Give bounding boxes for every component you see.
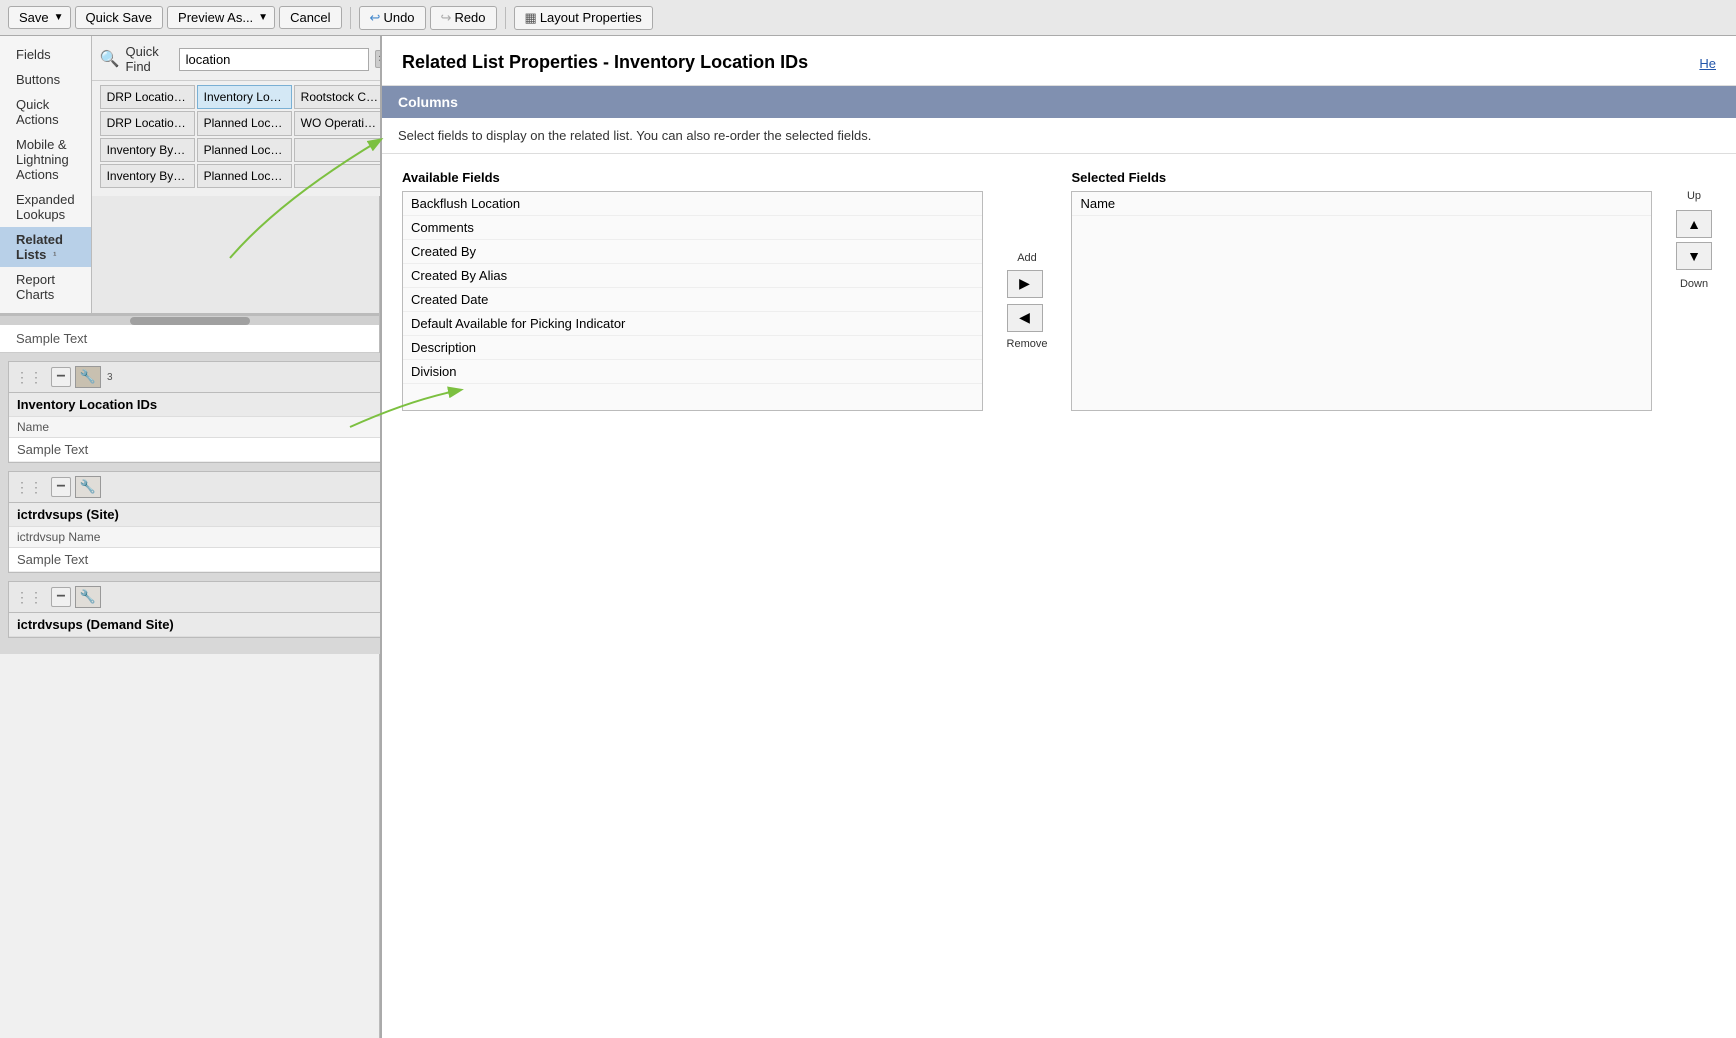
quick-find-label: Quick Find [125, 44, 172, 74]
drag-handle-icon[interactable]: ⋮⋮ [15, 589, 43, 606]
available-field-item[interactable]: Created By [403, 240, 982, 264]
save-button[interactable]: Save ▼ [8, 6, 71, 29]
move-up-button[interactable]: ▲ [1676, 210, 1712, 238]
list-item[interactable]: Inventory Locatio... [197, 85, 292, 109]
add-field-button[interactable]: ▶ [1007, 270, 1043, 298]
available-fields-box: Available Fields Backflush Location Comm… [402, 170, 983, 411]
sidebar-item-mobile-lightning[interactable]: Mobile & Lightning Actions [0, 132, 91, 187]
cancel-button[interactable]: Cancel [279, 6, 341, 29]
left-panel: Fields Buttons Quick Actions Mobile & Li… [0, 36, 380, 1038]
sidebar-item-fields[interactable]: Fields [0, 42, 91, 67]
main-area: Fields Buttons Quick Actions Mobile & Li… [0, 36, 1736, 1038]
sidebar-item-related-lists[interactable]: Related Lists ¹ [0, 227, 91, 267]
remove-block-button[interactable]: − [51, 367, 71, 387]
toolbar: Save ▼ Quick Save Preview As... ▼ Cancel… [0, 0, 1736, 36]
help-link[interactable]: He [1699, 56, 1716, 71]
quick-save-button[interactable]: Quick Save [75, 6, 163, 29]
selected-field-item[interactable]: Name [1072, 192, 1651, 216]
selected-fields-box: Selected Fields Name [1071, 170, 1652, 411]
remove-block-button[interactable]: − [51, 587, 71, 607]
available-field-item[interactable]: Division [403, 360, 982, 384]
toolbar-sep-2 [505, 7, 506, 29]
available-field-item[interactable]: Comments [403, 216, 982, 240]
list-item[interactable]: Rootstock Cost Tr... [294, 85, 389, 109]
move-down-button[interactable]: ▼ [1676, 242, 1712, 270]
top-section: Fields Buttons Quick Actions Mobile & Li… [0, 36, 379, 315]
selected-fields-label: Selected Fields [1071, 170, 1652, 185]
selected-fields-list: Name [1071, 191, 1652, 411]
save-label: Save [19, 10, 49, 25]
wrench-button[interactable]: 🔧 [75, 586, 101, 608]
properties-panel: Related List Properties - Inventory Loca… [380, 36, 1736, 1038]
list-item[interactable]: DRP Location Repl... [100, 111, 195, 136]
sample-text-bar: Sample Text [0, 325, 379, 353]
list-item[interactable]: Planned Location ... 2 [197, 111, 292, 136]
redo-label: Redo [454, 10, 485, 25]
quick-find-input[interactable] [179, 48, 369, 71]
list-item [294, 164, 389, 188]
layout-properties-icon: ▦ [525, 10, 537, 26]
available-field-item[interactable]: Default Available for Picking Indicator [403, 312, 982, 336]
columns-area: Available Fields Backflush Location Comm… [382, 154, 1736, 427]
toolbar-sep-1 [350, 7, 351, 29]
redo-icon: ↪ [441, 10, 452, 26]
sidebar-item-buttons[interactable]: Buttons [0, 67, 91, 92]
sidebar-item-expanded-lookups[interactable]: Expanded Lookups [0, 187, 91, 227]
wrench-button[interactable]: 🔧 [75, 366, 101, 388]
down-label: Down [1676, 278, 1712, 290]
scrollbar-thumb[interactable] [130, 317, 250, 325]
items-grid: DRP Location Repl... Inventory Locatio..… [92, 81, 397, 196]
transfer-buttons-area: Add ▶ ◀ Remove [1003, 170, 1052, 411]
columns-section-desc: Select fields to display on the related … [382, 118, 1736, 154]
available-fields-label: Available Fields [402, 170, 983, 185]
undo-label: Undo [383, 10, 414, 25]
cancel-label: Cancel [290, 10, 330, 25]
list-item[interactable]: WO Operation Loca... [294, 111, 389, 136]
undo-button[interactable]: ↩ Undo [359, 6, 426, 30]
drag-handle-icon[interactable]: ⋮⋮ [15, 369, 43, 386]
properties-title: Related List Properties - Inventory Loca… [402, 52, 808, 73]
sidebar-nav-container: Fields Buttons Quick Actions Mobile & Li… [0, 36, 92, 313]
remove-block-button[interactable]: − [51, 477, 71, 497]
preview-button[interactable]: Preview As... ▼ [167, 6, 275, 29]
remove-label: Remove [1007, 338, 1048, 350]
layout-properties-button[interactable]: ▦ Layout Properties [514, 6, 653, 30]
list-item[interactable]: Planned Location ... [197, 138, 292, 162]
available-field-item[interactable]: Created Date [403, 288, 982, 312]
sidebar-nav: Fields Buttons Quick Actions Mobile & Li… [0, 36, 91, 313]
related-lists-badge: ¹ [50, 251, 56, 262]
available-fields-list: Backflush Location Comments Created By C… [402, 191, 983, 411]
add-label: Add [1007, 252, 1048, 264]
available-field-item[interactable]: Description [403, 336, 982, 360]
list-item[interactable]: DRP Location Repl... [100, 85, 195, 109]
available-field-item[interactable]: Backflush Location [403, 192, 982, 216]
list-item[interactable]: Inventory By Seri... [100, 164, 195, 188]
quick-save-label: Quick Save [86, 10, 152, 25]
horizontal-scrollbar[interactable] [0, 315, 379, 325]
block-badge: 3 [107, 372, 113, 383]
available-field-item[interactable]: Created By Alias [403, 264, 982, 288]
redo-button[interactable]: ↪ Redo [430, 6, 497, 30]
sample-text: Sample Text [16, 331, 87, 346]
up-label: Up [1676, 190, 1712, 202]
list-item [294, 138, 389, 162]
sidebar-item-report-charts[interactable]: Report Charts [0, 267, 91, 307]
save-caret: ▼ [54, 12, 64, 23]
quick-find-bar: 🔍 Quick Find × [92, 36, 397, 81]
preview-label: Preview As... [178, 10, 253, 25]
list-item[interactable]: Planned Location ... [197, 164, 292, 188]
drag-handle-icon[interactable]: ⋮⋮ [15, 479, 43, 496]
order-buttons-area: Up ▲ ▼ Down [1672, 170, 1716, 411]
layout-properties-label: Layout Properties [540, 10, 642, 25]
quick-find-area: 🔍 Quick Find × DRP Location Repl... Inve… [92, 36, 397, 313]
search-icon: 🔍 [100, 49, 120, 69]
remove-field-button[interactable]: ◀ [1007, 304, 1043, 332]
undo-icon: ↩ [370, 10, 381, 26]
sidebar-item-quick-actions[interactable]: Quick Actions [0, 92, 91, 132]
preview-caret: ▼ [258, 12, 268, 23]
columns-section-header: Columns [382, 86, 1736, 118]
list-item[interactable]: Inventory By Loca... [100, 138, 195, 162]
wrench-button[interactable]: 🔧 [75, 476, 101, 498]
